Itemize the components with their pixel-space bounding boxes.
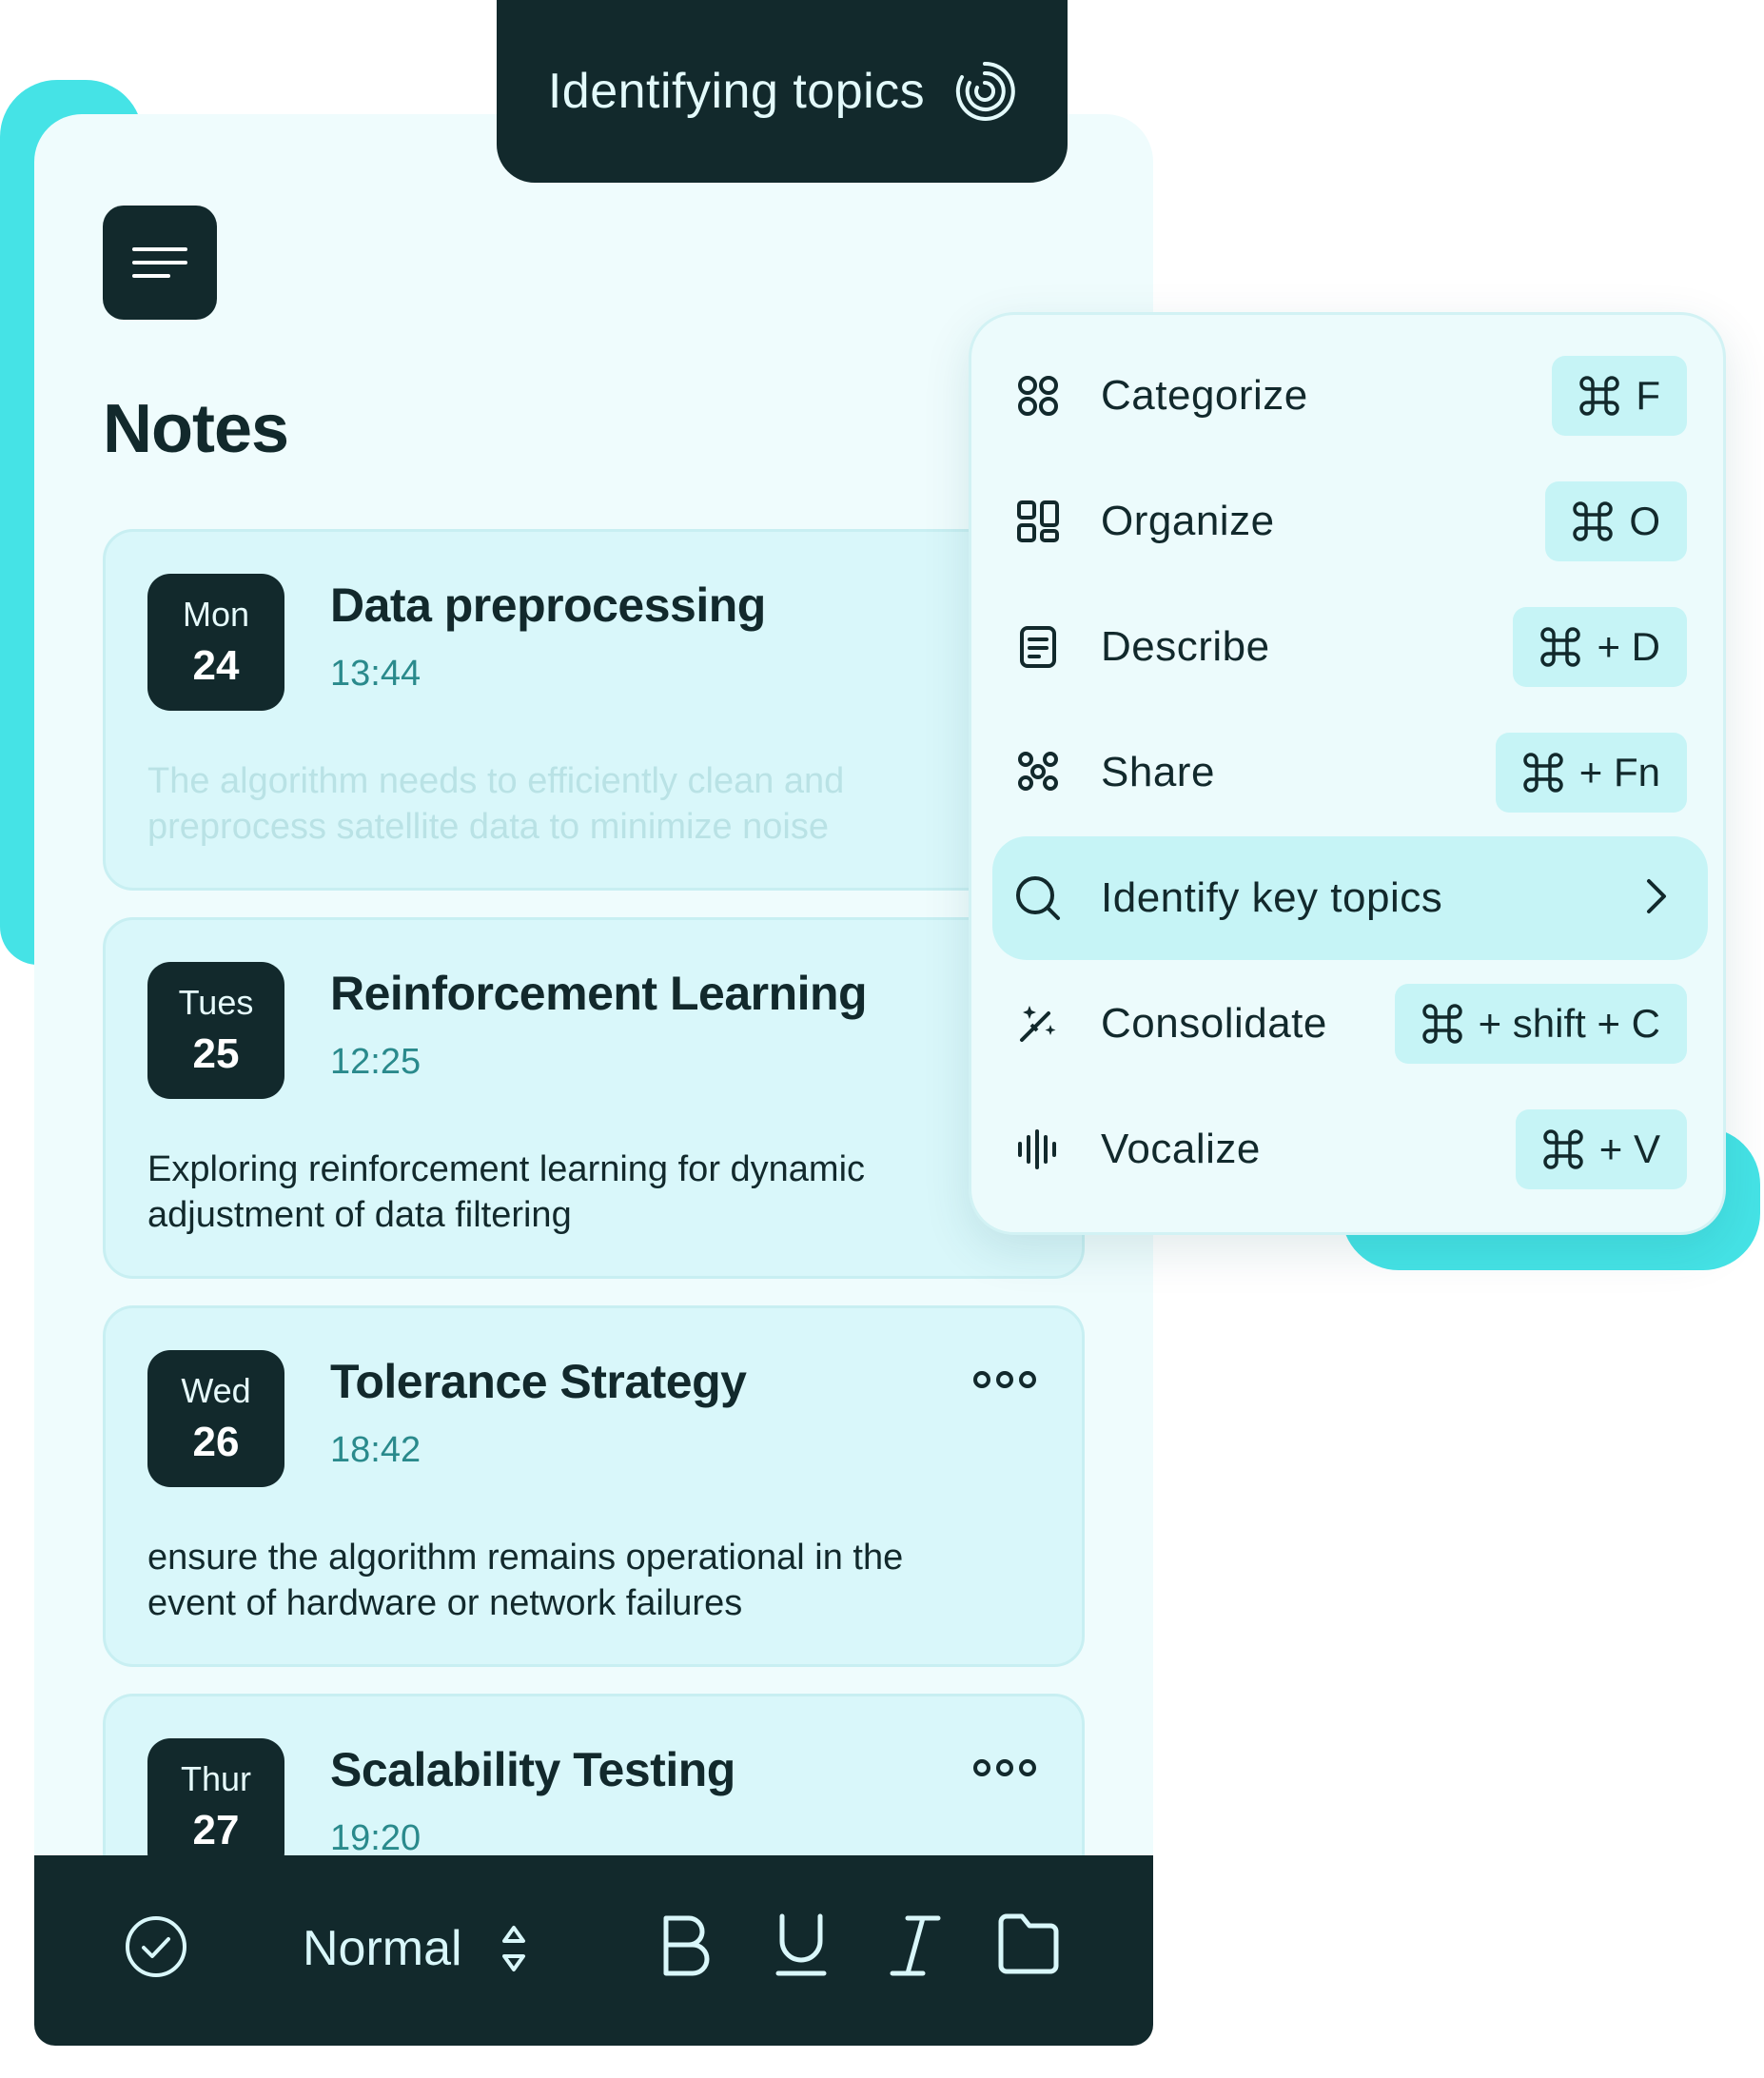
- date-number: 25: [192, 1030, 240, 1077]
- page-title: Notes: [103, 391, 289, 467]
- menu-line-icon: [132, 261, 187, 265]
- menu-item-consolidate[interactable]: Consolidate + shift + C: [992, 962, 1708, 1086]
- check-circle-icon[interactable]: [124, 1914, 188, 1979]
- note-time: 18:42: [330, 1430, 421, 1470]
- note-title: Reinforcement Learning: [330, 967, 868, 1020]
- sort-arrows-icon: [501, 1926, 525, 1971]
- note-body: Exploring reinforcement learning for dyn…: [147, 1149, 866, 1235]
- grid-circles-icon: [1013, 371, 1063, 421]
- soundwave-icon: [1013, 1125, 1063, 1174]
- command-key-icon: [1573, 501, 1614, 541]
- shortcut-text: + Fn: [1578, 750, 1660, 794]
- italic-icon[interactable]: [887, 1912, 944, 1979]
- menu-item-share[interactable]: Share + Fn: [992, 711, 1708, 834]
- command-key-icon: [1543, 1129, 1583, 1169]
- date-day: Mon: [182, 595, 250, 634]
- command-key-icon: [1523, 753, 1563, 793]
- note-body: ensure the algorithm remains operational…: [147, 1538, 904, 1623]
- formatting-toolbar: Normal: [34, 1855, 1153, 2046]
- shortcut-text: F: [1636, 373, 1660, 418]
- command-key-icon: [1540, 627, 1581, 667]
- chevron-right-icon: [1641, 875, 1670, 922]
- shortcut-text: + shift + C: [1478, 1001, 1660, 1046]
- shortcut-badge: + shift + C: [1394, 984, 1687, 1064]
- shortcut-badge: + D: [1513, 607, 1687, 687]
- note-time: 13:44: [330, 654, 421, 694]
- command-key-icon: [1579, 376, 1620, 416]
- more-options-icon[interactable]: [973, 1759, 1036, 1776]
- shortcut-text: + V: [1598, 1127, 1660, 1171]
- note-time: 12:25: [330, 1042, 421, 1082]
- menu-line-icon: [132, 247, 187, 251]
- date-day: Wed: [181, 1371, 251, 1410]
- date-number: 26: [192, 1419, 240, 1465]
- note-card[interactable]: Tues 25 Reinforcement Learning 12:25 Exp…: [103, 917, 1085, 1279]
- menu-line-icon: [132, 274, 170, 278]
- menu-item-label: Organize: [1101, 498, 1275, 544]
- menu-item-vocalize[interactable]: Vocalize + V: [992, 1088, 1708, 1211]
- shortcut-text: + D: [1597, 624, 1660, 669]
- menu-item-label: Vocalize: [1101, 1126, 1261, 1172]
- shortcut-badge: + V: [1515, 1109, 1687, 1189]
- date-day: Tues: [178, 983, 254, 1022]
- menu-item-label: Identify key topics: [1101, 874, 1443, 921]
- menu-item-label: Describe: [1101, 623, 1270, 670]
- more-options-icon[interactable]: [973, 1371, 1036, 1388]
- context-menu: Categorize F Organize O Describe + D Sha…: [969, 312, 1726, 1235]
- menu-item-label: Consolidate: [1101, 1000, 1327, 1047]
- command-key-icon: [1421, 1004, 1462, 1044]
- shortcut-badge: F: [1552, 356, 1687, 436]
- note-card[interactable]: Mon 24 Data preprocessing 13:44 The algo…: [103, 529, 1085, 891]
- note-title: Scalability Testing: [330, 1743, 735, 1796]
- note-title: Tolerance Strategy: [330, 1355, 747, 1408]
- date-day: Thur: [180, 1759, 252, 1798]
- menu-item-organize[interactable]: Organize O: [992, 460, 1708, 583]
- date-badge: Wed 26: [147, 1350, 284, 1487]
- date-number: 27: [192, 1807, 240, 1853]
- menu-item-label: Categorize: [1101, 372, 1308, 419]
- document-icon: [1013, 622, 1063, 672]
- shortcut-badge: O: [1545, 481, 1687, 561]
- date-badge: Tues 25: [147, 962, 284, 1099]
- menu-item-identify-key-topics[interactable]: Identify key topics: [992, 836, 1708, 960]
- date-number: 24: [192, 642, 240, 689]
- text-style-select[interactable]: Normal: [303, 1920, 527, 1977]
- folder-icon[interactable]: [995, 1912, 1062, 1977]
- date-badge: Mon 24: [147, 574, 284, 711]
- loading-spinner-icon: [956, 61, 1015, 121]
- magic-wand-icon: [1013, 999, 1063, 1049]
- note-time: 19:20: [330, 1818, 421, 1858]
- people-icon: [1013, 748, 1063, 797]
- bold-icon[interactable]: [658, 1912, 715, 1979]
- note-title: Data preprocessing: [330, 578, 766, 632]
- menu-item-categorize[interactable]: Categorize F: [992, 334, 1708, 458]
- shortcut-text: O: [1629, 499, 1660, 543]
- menu-item-label: Share: [1101, 749, 1215, 795]
- menu-item-describe[interactable]: Describe + D: [992, 585, 1708, 709]
- note-card[interactable]: Wed 26 Tolerance Strategy 18:42 ensure t…: [103, 1305, 1085, 1667]
- text-style-value: Normal: [303, 1921, 462, 1976]
- status-text: Identifying topics: [547, 64, 926, 119]
- hamburger-menu-button[interactable]: [103, 206, 217, 320]
- underline-icon[interactable]: [773, 1912, 830, 1979]
- note-body: The algorithm needs to efficiently clean…: [147, 761, 845, 847]
- search-icon: [1013, 873, 1063, 923]
- shortcut-badge: + Fn: [1495, 733, 1687, 813]
- status-indicator: Identifying topics: [497, 0, 1068, 183]
- layout-icon: [1013, 497, 1063, 546]
